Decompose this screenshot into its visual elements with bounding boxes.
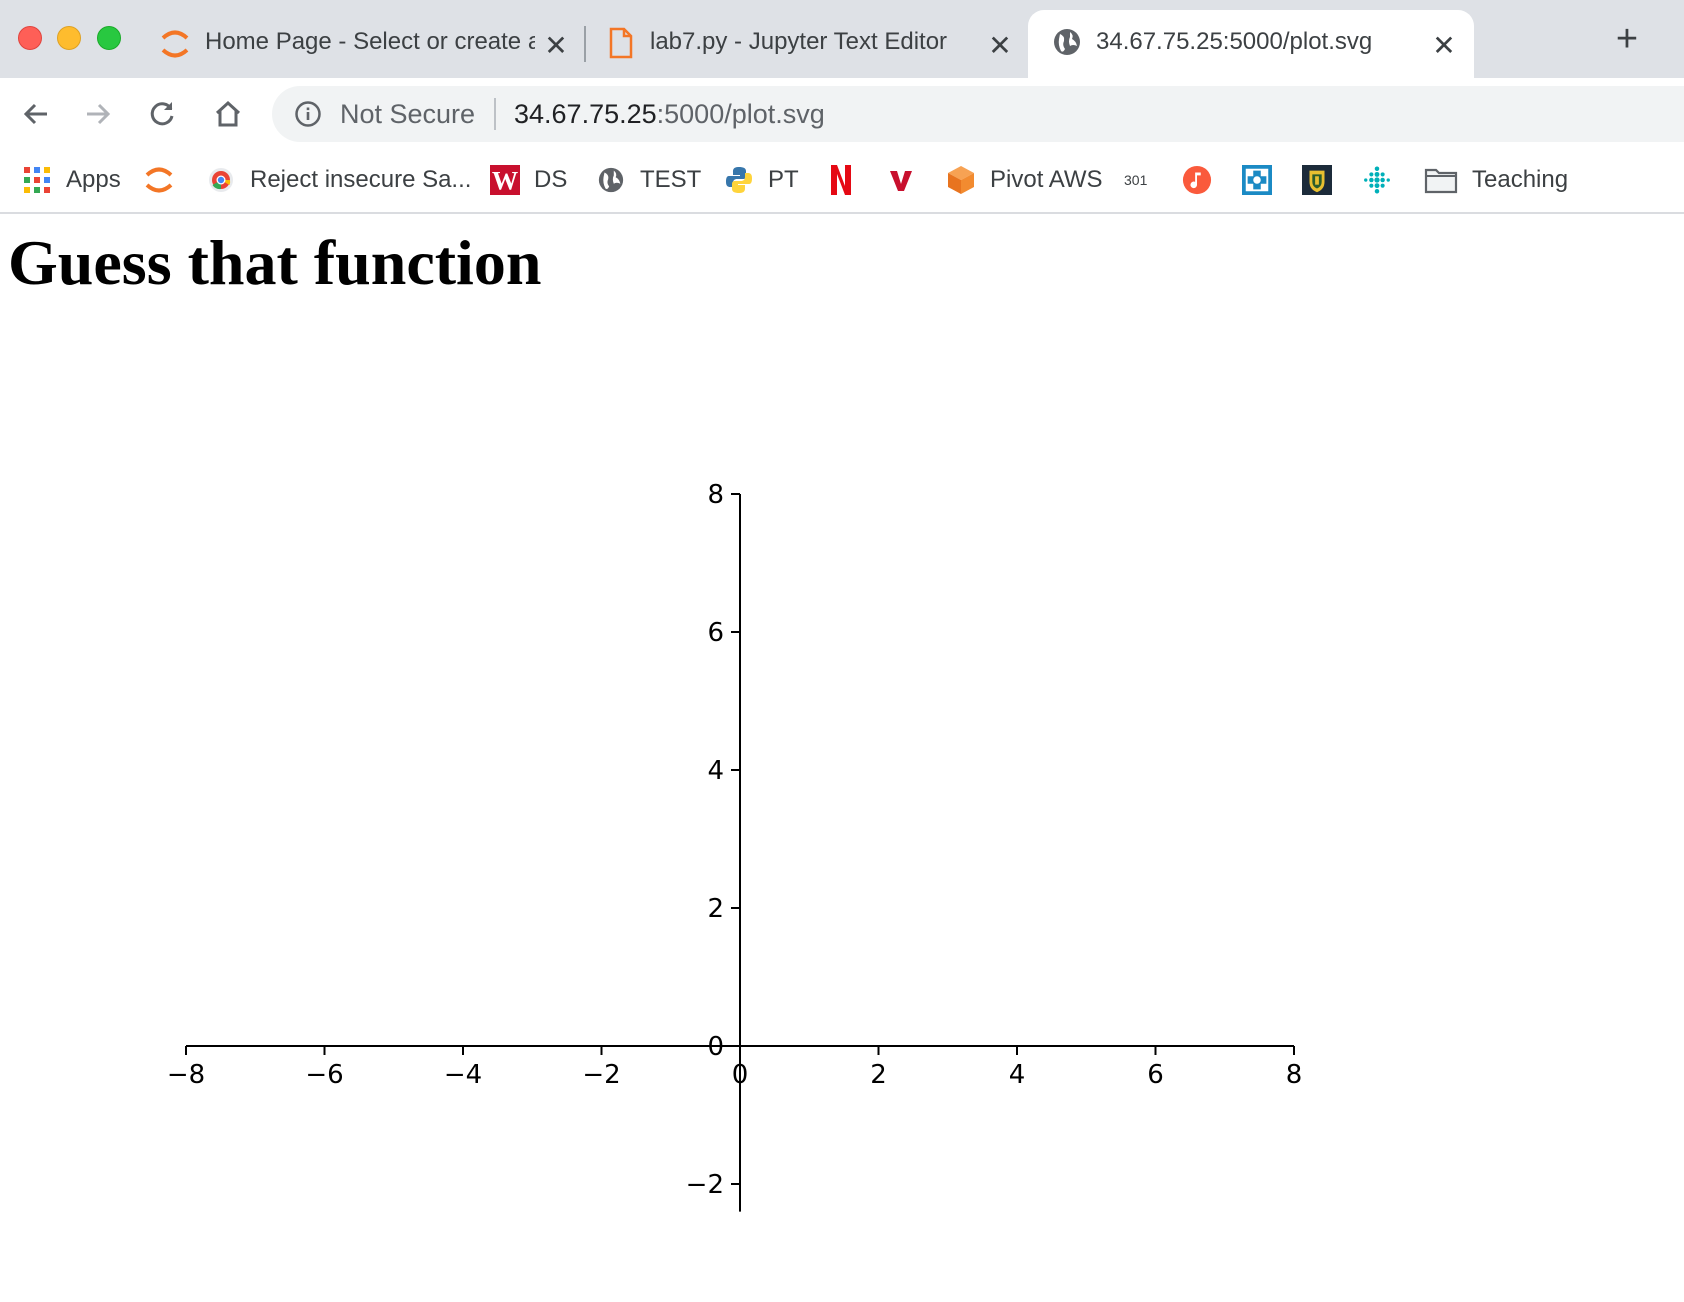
bookmark-apps[interactable]: Apps <box>22 162 121 198</box>
x-tick-label: −6 <box>305 1060 343 1090</box>
tab-strip: Home Page - Select or create a n ✕ lab7.… <box>0 0 1684 78</box>
bookmark-reject-insecure[interactable]: Reject insecure Sa... <box>206 162 471 198</box>
bookmark-label: Teaching <box>1472 166 1569 193</box>
medical-cross-icon <box>1242 165 1272 195</box>
python-icon <box>724 165 754 195</box>
x-tick-label: −8 <box>167 1060 205 1090</box>
security-label[interactable]: Not Secure <box>340 99 475 130</box>
reload-button[interactable] <box>140 92 184 136</box>
bookmark-label: DS <box>534 166 568 193</box>
bookmark-v[interactable] <box>886 162 916 198</box>
y-tick-label: 2 <box>707 894 724 924</box>
arrow-left-icon <box>23 103 47 125</box>
y-tick-label: 4 <box>707 756 724 786</box>
x-tick-label: 8 <box>1286 1060 1303 1090</box>
tab-plot-svg[interactable]: 34.67.75.25:5000/plot.svg ✕ <box>1028 10 1474 78</box>
bookmark-label: TEST <box>640 166 702 193</box>
address-bar[interactable]: Not Secure 34.67.75.25:5000/plot.svg <box>272 86 1684 142</box>
x-tick-label: 4 <box>1009 1060 1026 1090</box>
folder-icon <box>1424 165 1458 195</box>
jupyter-icon <box>160 27 190 68</box>
bookmark-label: 301 <box>1124 172 1148 188</box>
bookmark-fitbit[interactable] <box>1362 162 1392 198</box>
music-icon <box>1182 165 1212 195</box>
bookmark-pivot-aws[interactable]: Pivot AWS <box>946 162 1102 198</box>
svg-text:W: W <box>492 166 518 195</box>
bookmark-ds[interactable]: W DS <box>490 162 567 198</box>
x-tick-label: −4 <box>444 1060 482 1090</box>
url-path: :5000/plot.svg <box>656 99 825 129</box>
forward-button[interactable] <box>76 92 120 136</box>
w-logo-icon: W <box>490 165 520 195</box>
bookmark-label: Pivot AWS <box>990 166 1103 193</box>
window-minimize-button[interactable] <box>57 26 81 50</box>
chrome-icon <box>206 165 236 195</box>
home-icon <box>215 100 241 127</box>
file-icon <box>608 27 634 66</box>
bookmark-teaching[interactable]: Teaching <box>1424 162 1568 198</box>
globe-icon <box>596 165 626 195</box>
tab-home-page[interactable]: Home Page - Select or create a n ✕ <box>150 10 590 78</box>
netflix-icon <box>826 165 856 195</box>
bookmark-pt[interactable]: PT <box>724 162 799 198</box>
tab-lab7-editor[interactable]: lab7.py - Jupyter Text Editor ✕ <box>600 10 1020 78</box>
close-icon[interactable]: ✕ <box>1430 32 1458 60</box>
bookmark-label: Apps <box>66 166 121 193</box>
bookmark-music[interactable] <box>1182 162 1212 198</box>
bookmarks-bar: Apps Reject insecure Sa... W DS TEST PT … <box>0 150 1684 214</box>
close-icon[interactable]: ✕ <box>542 32 570 60</box>
x-tick-label: 2 <box>870 1060 887 1090</box>
bookmark-label: PT <box>768 166 799 193</box>
crest-icon <box>1302 165 1332 195</box>
y-tick-label: −2 <box>686 1170 724 1200</box>
browser-toolbar: Not Secure 34.67.75.25:5000/plot.svg <box>0 78 1684 150</box>
bookmark-label: Reject insecure Sa... <box>250 166 472 193</box>
url-text[interactable]: 34.67.75.25:5000/plot.svg <box>514 99 825 130</box>
info-icon[interactable] <box>294 100 322 133</box>
new-tab-button[interactable]: + <box>1610 18 1644 60</box>
y-tick-label: 0 <box>707 1032 724 1062</box>
jupyter-icon <box>144 165 174 195</box>
tab-title: 34.67.75.25:5000/plot.svg <box>1096 28 1373 55</box>
omnibox-divider <box>494 98 496 130</box>
globe-icon <box>1052 27 1082 64</box>
bookmark-crest[interactable] <box>1302 162 1332 198</box>
x-tick-label: −2 <box>582 1060 620 1090</box>
arrow-right-icon <box>87 103 111 125</box>
bookmark-test[interactable]: TEST <box>596 162 701 198</box>
window-zoom-button[interactable] <box>97 26 121 50</box>
apps-grid-icon <box>22 165 52 195</box>
tab-title: lab7.py - Jupyter Text Editor <box>650 28 948 55</box>
home-button[interactable] <box>206 92 250 136</box>
window-close-button[interactable] <box>18 26 42 50</box>
bookmark-netflix[interactable] <box>826 162 856 198</box>
bookmark-301[interactable]: 301 <box>1124 162 1147 198</box>
url-host: 34.67.75.25 <box>514 99 657 129</box>
bookmark-medical[interactable] <box>1242 162 1272 198</box>
y-tick-label: 8 <box>707 480 724 510</box>
v-logo-icon <box>886 165 916 195</box>
x-tick-label: 0 <box>732 1060 749 1090</box>
close-icon[interactable]: ✕ <box>986 32 1014 60</box>
y-tick-label: 6 <box>707 618 724 648</box>
bookmark-jupyter[interactable] <box>144 162 174 198</box>
aws-cube-icon <box>946 165 976 195</box>
fitbit-icon <box>1362 165 1392 195</box>
back-button[interactable] <box>14 92 58 136</box>
x-tick-label: 6 <box>1147 1060 1164 1090</box>
function-plot: −8 −6 −4 −2 0 2 4 6 8 −2 0 2 4 6 8 <box>167 480 1303 1212</box>
tab-title: Home Page - Select or create a n <box>205 28 535 55</box>
reload-icon <box>150 102 174 126</box>
